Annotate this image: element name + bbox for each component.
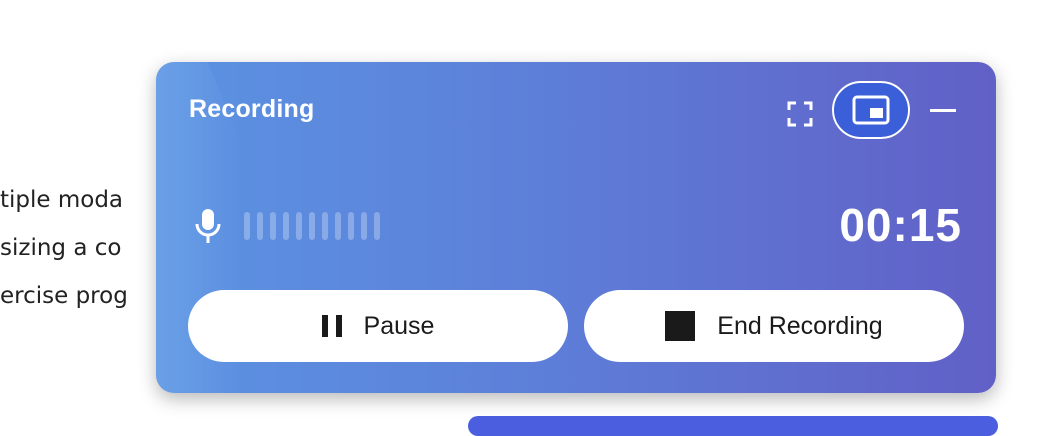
level-bar (283, 212, 289, 240)
minimize-button[interactable] (926, 94, 960, 128)
background-line: ercise prog (0, 283, 128, 309)
end-recording-button[interactable]: End Recording (584, 290, 964, 362)
level-bar (244, 212, 250, 240)
picture-in-picture-icon (852, 95, 890, 125)
minimize-icon (930, 109, 956, 112)
recording-timer: 00:15 (839, 199, 962, 251)
level-bar (309, 212, 315, 240)
level-bar (374, 212, 380, 240)
audio-level-meter (244, 212, 380, 240)
pause-icon (321, 315, 342, 337)
pause-button-label: Pause (363, 311, 435, 340)
pause-button[interactable]: Pause (188, 290, 568, 362)
background-line: tiple moda (0, 187, 124, 213)
stop-icon (665, 311, 696, 341)
recording-widget: Recording 00:15 Pause End Recording (156, 62, 996, 393)
level-bar (322, 212, 328, 240)
level-bar (296, 212, 302, 240)
background-line: sizing a co (0, 235, 122, 261)
fullscreen-button[interactable] (782, 96, 818, 132)
level-bar (361, 212, 367, 240)
background-button-edge (468, 416, 998, 436)
level-bar (270, 212, 276, 240)
fullscreen-icon (787, 101, 813, 127)
widget-title: Recording (189, 95, 315, 123)
microphone-icon (195, 209, 221, 243)
end-recording-button-label: End Recording (717, 311, 883, 340)
level-bar (348, 212, 354, 240)
background-text: tiple moda sizing a co ercise prog (0, 176, 128, 320)
level-bar (335, 212, 341, 240)
level-bar (257, 212, 263, 240)
picture-in-picture-button[interactable] (832, 81, 910, 139)
